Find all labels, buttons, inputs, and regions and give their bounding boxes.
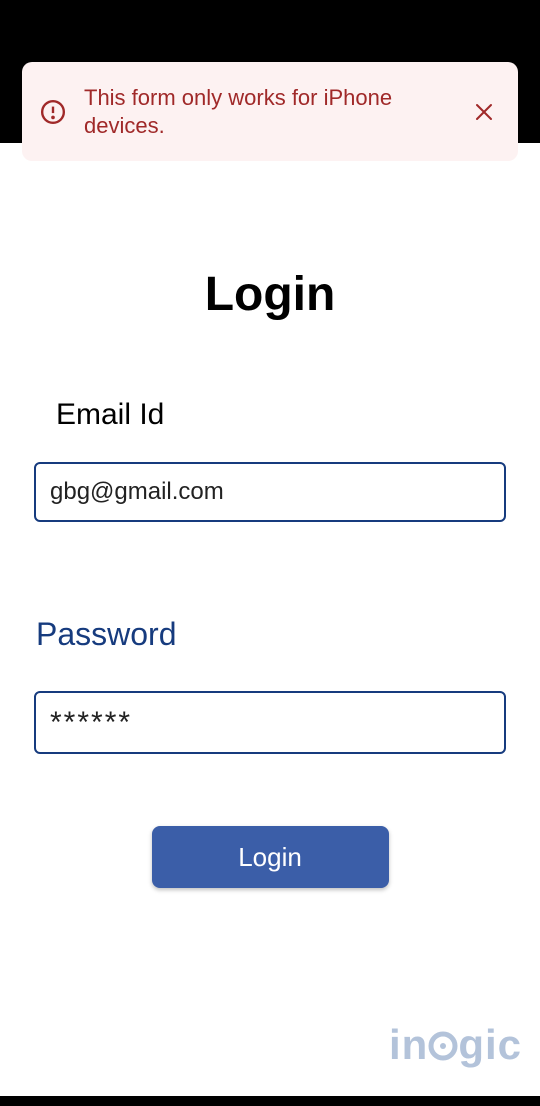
alert-message: This form only works for iPhone devices. bbox=[84, 84, 452, 139]
brand-logo: ingic bbox=[389, 1024, 522, 1066]
password-label: Password bbox=[36, 616, 506, 653]
alert-banner: This form only works for iPhone devices. bbox=[22, 62, 518, 161]
page-title: Login bbox=[34, 267, 506, 322]
login-button[interactable]: Login bbox=[152, 826, 389, 888]
close-icon[interactable] bbox=[470, 98, 498, 126]
password-field[interactable] bbox=[34, 691, 506, 754]
login-form: Login Email Id Password Login bbox=[0, 267, 540, 888]
alert-icon bbox=[40, 99, 66, 125]
bottom-bar bbox=[0, 1096, 540, 1106]
email-field[interactable] bbox=[34, 462, 506, 522]
email-label: Email Id bbox=[56, 398, 506, 432]
